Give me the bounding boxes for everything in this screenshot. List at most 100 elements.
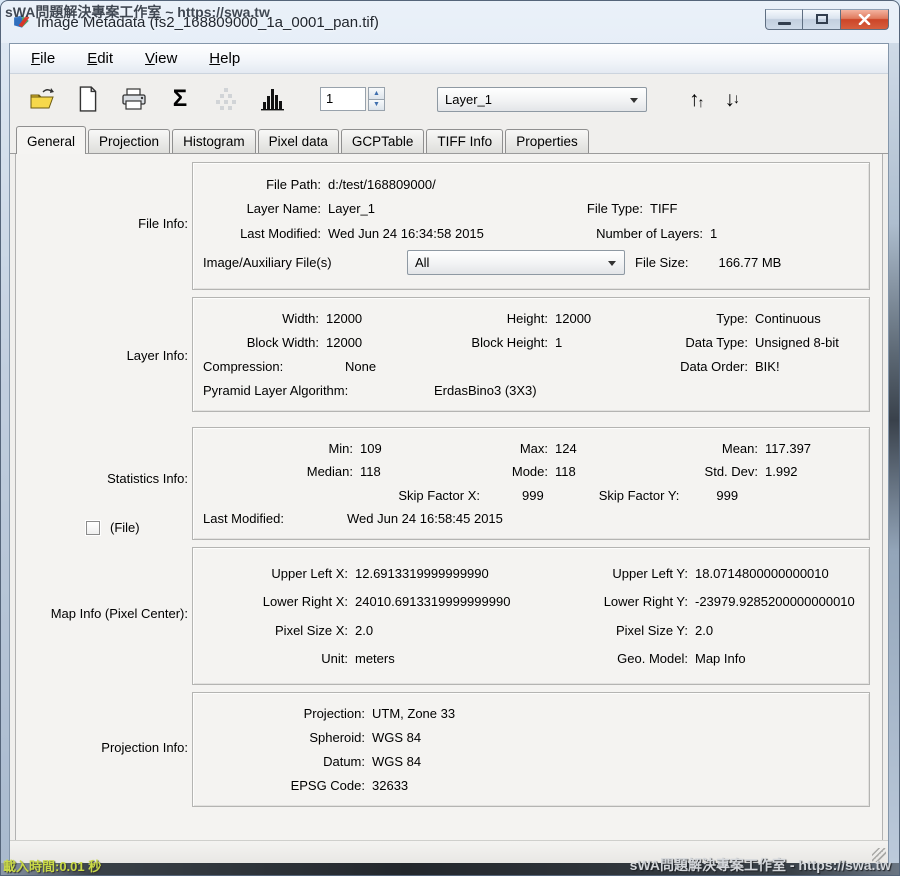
geo-model-value: Map Info	[695, 651, 746, 666]
file-type-value: TIFF	[650, 201, 677, 216]
mode-value: 118	[555, 464, 576, 479]
file-path-value: d:/test/168809000/	[328, 177, 436, 192]
print-icon[interactable]	[120, 85, 148, 113]
tab-tiff-info[interactable]: TIFF Info	[426, 129, 503, 153]
upper-left-x-value: 12.6913319999999990	[355, 566, 489, 581]
median-label: Median:	[203, 464, 353, 479]
file-info-groupbox: File Path: d:/test/168809000/ Layer Name…	[192, 162, 870, 290]
tab-projection[interactable]: Projection	[88, 129, 170, 153]
tab-histogram[interactable]: Histogram	[172, 129, 256, 153]
open-file-icon[interactable]	[28, 85, 56, 113]
layer-info-section-label: Layer Info:	[16, 348, 188, 363]
file-size-label: File Size:	[635, 255, 688, 270]
toolbar: Σ	[10, 74, 888, 124]
mean-value: 117.397	[765, 441, 811, 456]
file-info-section-label: File Info:	[16, 216, 188, 231]
menu-help[interactable]: Help	[200, 47, 249, 70]
window-frame-bottom	[1, 863, 899, 875]
status-bar	[10, 840, 888, 864]
tab-strip: General Projection Histogram Pixel data …	[10, 124, 888, 154]
window-title: Image Metadata (fs2_168809000_1a_0001_pa…	[37, 14, 379, 31]
layer-name-label: Layer Name:	[203, 201, 321, 216]
statistics-info-section-label: Statistics Info:	[16, 471, 188, 486]
sigma-statistics-icon[interactable]: Σ	[166, 85, 194, 113]
file-statistics-checkbox-row: (File)	[86, 520, 140, 535]
maximize-icon	[816, 14, 828, 24]
minimize-button[interactable]	[765, 9, 803, 30]
lower-right-x-label: Lower Right X:	[203, 594, 348, 609]
height-label: Height:	[388, 311, 548, 326]
histogram-icon[interactable]	[258, 85, 286, 113]
title-bar[interactable]: Image Metadata (fs2_168809000_1a_0001_pa…	[1, 1, 899, 43]
map-info-groupbox: Upper Left X: 12.6913319999999990 Upper …	[192, 547, 870, 685]
epsg-code-value: 32633	[372, 778, 408, 793]
tab-general[interactable]: General	[16, 126, 86, 154]
pixel-size-y-value: 2.0	[695, 623, 713, 638]
datum-label: Datum:	[203, 754, 365, 769]
max-value: 124	[555, 441, 577, 456]
tab-properties[interactable]: Properties	[505, 129, 589, 153]
general-tab-page: sWA問題解決專案工作室 ~ https://swa.tw sWA問題解決專案工…	[15, 154, 883, 841]
pyramid-layers-icon	[212, 85, 240, 113]
new-document-icon[interactable]	[74, 85, 102, 113]
pixel-size-x-value: 2.0	[355, 623, 373, 638]
block-width-label: Block Width:	[203, 335, 319, 350]
image-metadata-window: Image Metadata (fs2_168809000_1a_0001_pa…	[0, 0, 900, 876]
menu-edit[interactable]: Edit	[78, 47, 122, 70]
spin-up-button[interactable]: ▲	[368, 87, 385, 100]
tab-pixel-data[interactable]: Pixel data	[258, 129, 339, 153]
pyramid-algorithm-label: Pyramid Layer Algorithm:	[203, 383, 427, 398]
datum-value: WGS 84	[372, 754, 421, 769]
file-size-value: 166.77 MB	[718, 255, 781, 270]
resize-grip-icon[interactable]	[872, 848, 886, 862]
upper-left-x-label: Upper Left X:	[203, 566, 348, 581]
height-value: 12000	[555, 311, 591, 326]
spheroid-value: WGS 84	[372, 730, 421, 745]
median-value: 118	[360, 464, 381, 479]
file-last-modified-label: Last Modified:	[203, 226, 321, 241]
tab-gcptable[interactable]: GCPTable	[341, 129, 425, 153]
type-value: Continuous	[755, 311, 821, 326]
epsg-code-label: EPSG Code:	[203, 778, 365, 793]
data-order-label: Data Order:	[603, 359, 748, 374]
band-number-value[interactable]: 1	[320, 87, 366, 111]
layer-down-icon[interactable]: ↓↓	[725, 89, 741, 110]
stats-last-modified-label: Last Modified:	[203, 511, 338, 526]
file-statistics-checkbox[interactable]	[86, 521, 100, 535]
aux-files-select[interactable]: All	[407, 250, 625, 275]
min-label: Min:	[203, 441, 353, 456]
data-type-value: Unsigned 8-bit	[755, 335, 839, 350]
layer-name-value: Layer_1	[328, 201, 375, 216]
number-of-layers-value: 1	[710, 226, 717, 241]
app-icon	[13, 13, 31, 31]
projection-value: UTM, Zone 33	[372, 706, 455, 721]
layer-select[interactable]: Layer_1	[437, 87, 647, 112]
layer-up-icon[interactable]: ↑↑	[689, 89, 705, 110]
std-dev-value: 1.992	[765, 464, 798, 479]
skip-factor-y-value: 999	[716, 488, 738, 503]
lower-right-y-value: -23979.9285200000000010	[695, 594, 855, 609]
aux-files-label: Image/Auxiliary File(s)	[203, 255, 393, 270]
data-type-label: Data Type:	[603, 335, 748, 350]
projection-info-section-label: Projection Info:	[16, 740, 188, 755]
spin-down-button[interactable]: ▼	[368, 100, 385, 112]
menu-view[interactable]: View	[136, 47, 186, 70]
maximize-button[interactable]	[803, 9, 841, 30]
band-number-stepper[interactable]: 1 ▲ ▼	[320, 87, 385, 111]
compression-value: None	[345, 359, 376, 374]
spheroid-label: Spheroid:	[203, 730, 365, 745]
pyramid-algorithm-value: ErdasBino3 (3X3)	[434, 383, 537, 398]
block-height-value: 1	[555, 335, 562, 350]
close-button[interactable]	[841, 9, 889, 30]
skip-factor-x-label: Skip Factor X:	[203, 488, 480, 503]
min-value: 109	[360, 441, 382, 456]
mode-label: Mode:	[388, 464, 548, 479]
layer-select-value: Layer_1	[445, 92, 492, 107]
std-dev-label: Std. Dev:	[603, 464, 758, 479]
statistics-info-groupbox: Min: 109 Max: 124 Mean: 117.397 Median:	[192, 427, 870, 540]
geo-model-label: Geo. Model:	[538, 651, 688, 666]
menu-file[interactable]: File	[22, 47, 64, 70]
close-icon	[858, 14, 871, 25]
unit-value: meters	[355, 651, 395, 666]
upper-left-y-value: 18.0714800000000010	[695, 566, 829, 581]
